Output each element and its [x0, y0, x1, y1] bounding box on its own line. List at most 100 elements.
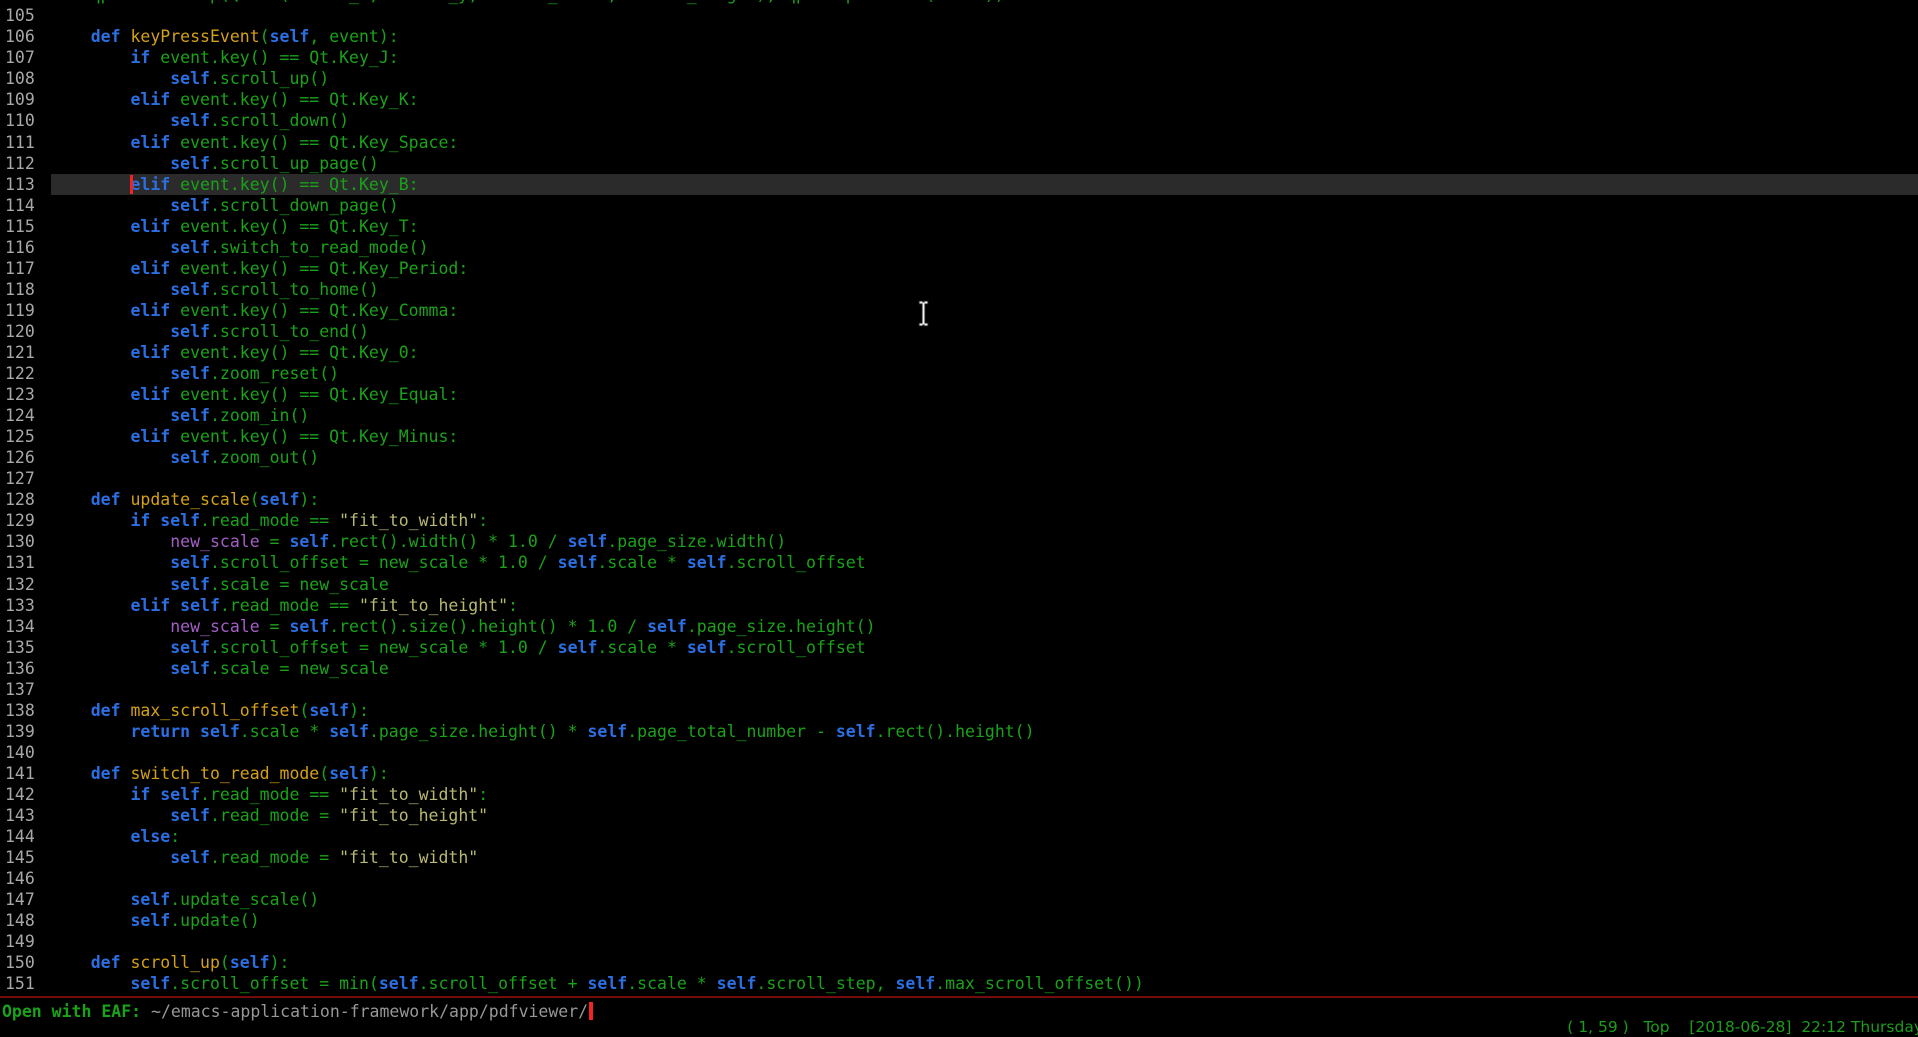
code-text: if self.read_mode == "fit_to_width": [51, 785, 488, 804]
code-line[interactable]: 109 elif event.key() == Qt.Key_K: [0, 89, 1918, 110]
code-line[interactable]: 111 elif event.key() == Qt.Key_Space: [0, 132, 1918, 153]
code-line[interactable]: 115 elif event.key() == Qt.Key_T: [0, 216, 1918, 237]
line-number: 141 [0, 763, 51, 784]
code-line[interactable]: 137 [0, 679, 1918, 700]
code-text: self.scale = new_scale [51, 659, 389, 678]
code-line[interactable]: 123 elif event.key() == Qt.Key_Equal: [0, 384, 1918, 405]
code-line[interactable]: 125 elif event.key() == Qt.Key_Minus: [0, 426, 1918, 447]
code-text: self.scroll_to_home() [51, 280, 379, 299]
line-number: 143 [0, 805, 51, 826]
code-text: elif event.key() == Qt.Key_Minus: [51, 427, 458, 446]
line-number: 129 [0, 510, 51, 531]
code-line[interactable]: 134 new_scale = self.rect().size().heigh… [0, 616, 1918, 637]
code-line[interactable]: 108 self.scroll_up() [0, 68, 1918, 89]
code-text: else: [51, 827, 180, 846]
code-line[interactable]: 121 elif event.key() == Qt.Key_0: [0, 342, 1918, 363]
code-line[interactable]: 124 self.zoom_in() [0, 405, 1918, 426]
line-number: 108 [0, 68, 51, 89]
line-number: 130 [0, 531, 51, 552]
line-number: 136 [0, 658, 51, 679]
mouse-ibeam-cursor [918, 300, 930, 327]
code-text: new_scale = self.rect().width() * 1.0 / … [51, 532, 786, 551]
line-number: 145 [0, 847, 51, 868]
code-line[interactable]: 143 self.read_mode = "fit_to_height" [0, 805, 1918, 826]
code-line[interactable]: 148 self.update() [0, 910, 1918, 931]
code-line[interactable]: 140 [0, 742, 1918, 763]
code-line[interactable]: 132 self.scale = new_scale [0, 574, 1918, 595]
code-line[interactable]: 145 self.read_mode = "fit_to_width" [0, 847, 1918, 868]
minibuffer-input[interactable]: ~/emacs-application-framework/app/pdfvie… [151, 1002, 588, 1021]
code-text: elif event.key() == Qt.Key_K: [51, 90, 419, 109]
line-number: 114 [0, 195, 51, 216]
line-number: 139 [0, 721, 51, 742]
code-line[interactable]: 147 self.update_scale() [0, 889, 1918, 910]
code-text: elif event.key() == Qt.Key_Period: [51, 259, 468, 278]
code-line[interactable]: 149 [0, 931, 1918, 952]
code-line[interactable]: 139 return self.scale * self.page_size.h… [0, 721, 1918, 742]
code-line[interactable]: 150 def scroll_up(self): [0, 952, 1918, 973]
line-number: 111 [0, 132, 51, 153]
code-line[interactable]: 135 self.scroll_offset = new_scale * 1.0… [0, 637, 1918, 658]
code-line[interactable]: 114 self.scroll_down_page() [0, 195, 1918, 216]
line-number: 124 [0, 405, 51, 426]
code-line[interactable]: 142 if self.read_mode == "fit_to_width": [0, 784, 1918, 805]
code-text: self.scroll_offset = min(self.scroll_off… [51, 974, 1144, 993]
line-number: 123 [0, 384, 51, 405]
line-number: 106 [0, 26, 51, 47]
code-text: self.read_mode = "fit_to_width" [51, 848, 478, 867]
line-number: 142 [0, 784, 51, 805]
code-text: self.scroll_down() [51, 111, 349, 130]
minibuffer[interactable]: Open with EAF: ~/emacs-application-frame… [2, 1001, 593, 1022]
code-line[interactable]: 122 self.zoom_reset() [0, 363, 1918, 384]
code-text: self.scroll_offset = new_scale * 1.0 / s… [51, 638, 866, 657]
code-text: self.update() [51, 911, 260, 930]
code-line[interactable]: 120 self.scroll_to_end() [0, 321, 1918, 342]
line-number: 140 [0, 742, 51, 763]
code-line[interactable]: 107 if event.key() == Qt.Key_J: [0, 47, 1918, 68]
line-number: 131 [0, 552, 51, 573]
code-line[interactable]: 116 self.switch_to_read_mode() [0, 237, 1918, 258]
code-line[interactable]: 133 elif self.read_mode == "fit_to_heigh… [0, 595, 1918, 616]
code-line[interactable]: 128 def update_scale(self): [0, 489, 1918, 510]
code-line[interactable]: 119 elif event.key() == Qt.Key_Comma: [0, 300, 1918, 321]
code-text: self.zoom_in() [51, 406, 309, 425]
line-number: 125 [0, 426, 51, 447]
code-line[interactable]: 131 self.scroll_offset = new_scale * 1.0… [0, 552, 1918, 573]
code-line[interactable]: 130 new_scale = self.rect().width() * 1.… [0, 531, 1918, 552]
line-number: 147 [0, 889, 51, 910]
line-number: 133 [0, 595, 51, 616]
code-text: self.scroll_up_page() [51, 154, 379, 173]
line-number: 113 [0, 174, 51, 195]
code-line[interactable]: 136 self.scale = new_scale [0, 658, 1918, 679]
line-number: 115 [0, 216, 51, 237]
code-line[interactable]: 113 elif event.key() == Qt.Key_B: [0, 174, 1918, 195]
buffer-text-cursor [130, 175, 133, 194]
line-number: 128 [0, 489, 51, 510]
code-line[interactable]: 151 self.scroll_offset = min(self.scroll… [0, 973, 1918, 994]
code-line[interactable]: 105 [0, 5, 1918, 26]
line-number: 151 [0, 973, 51, 994]
code-line[interactable]: 129 if self.read_mode == "fit_to_width": [0, 510, 1918, 531]
code-text: return self.scale * self.page_size.heigh… [51, 722, 1035, 741]
code-line[interactable]: 127 [0, 468, 1918, 489]
code-text: def switch_to_read_mode(self): [51, 764, 389, 783]
editor-buffer[interactable]: 104 qp.drawPixmap(QRect(render_x, render… [0, 0, 1918, 994]
line-number: 137 [0, 679, 51, 700]
line-number: 127 [0, 468, 51, 489]
code-line[interactable]: 110 self.scroll_down() [0, 110, 1918, 131]
code-line[interactable]: 106 def keyPressEvent(self, event): [0, 26, 1918, 47]
code-line[interactable]: 117 elif event.key() == Qt.Key_Period: [0, 258, 1918, 279]
line-number: 132 [0, 574, 51, 595]
code-line[interactable]: 146 [0, 868, 1918, 889]
line-number: 138 [0, 700, 51, 721]
code-line[interactable]: 112 self.scroll_up_page() [0, 153, 1918, 174]
code-text: def keyPressEvent(self, event): [51, 27, 399, 46]
line-number: 122 [0, 363, 51, 384]
code-line[interactable]: 118 self.scroll_to_home() [0, 279, 1918, 300]
code-text: qp.drawPixmap(QRect(render_x, render_y, … [51, 0, 1005, 4]
code-line[interactable]: 138 def max_scroll_offset(self): [0, 700, 1918, 721]
code-line[interactable]: 126 self.zoom_out() [0, 447, 1918, 468]
code-line[interactable]: 144 else: [0, 826, 1918, 847]
code-text: self.scroll_to_end() [51, 322, 369, 341]
code-line[interactable]: 141 def switch_to_read_mode(self): [0, 763, 1918, 784]
